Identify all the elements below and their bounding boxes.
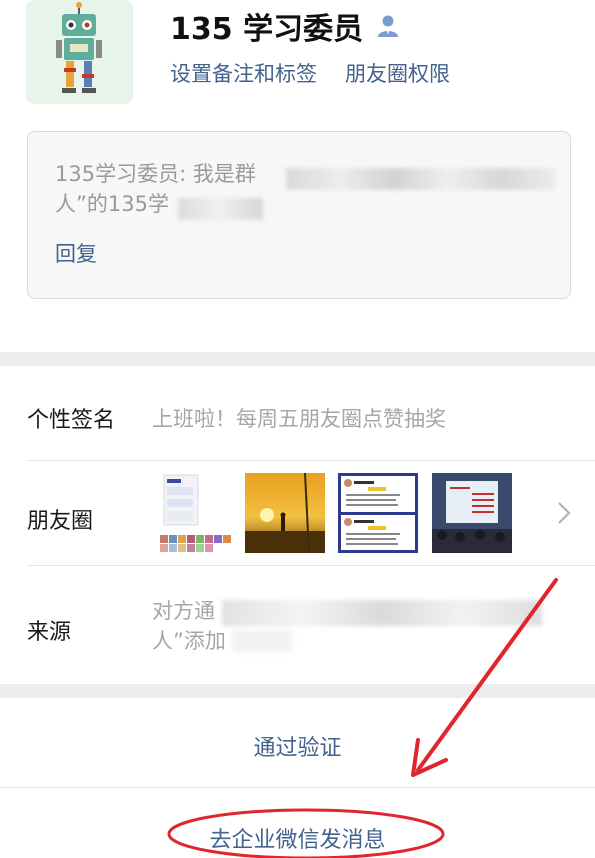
chat-screenshot-thumb bbox=[158, 473, 238, 553]
sunset-photo-thumb bbox=[245, 473, 325, 553]
classroom-photo-icon bbox=[432, 473, 512, 553]
signature-value: 上班啦！每周五朋友圈点赞抽奖 bbox=[152, 407, 446, 431]
classroom-photo-thumb bbox=[432, 473, 512, 553]
article-card-thumb bbox=[338, 473, 418, 553]
contact-person-icon bbox=[378, 15, 399, 37]
reply-button[interactable]: 回复 bbox=[55, 238, 97, 268]
profile-links: 设置备注和标签 朋友圈权限 bbox=[170, 58, 450, 88]
set-remark-tag-link[interactable]: 设置备注和标签 bbox=[170, 58, 317, 88]
article-card-icon bbox=[338, 473, 418, 553]
send-message-button[interactable]: 去企业微信发消息 bbox=[0, 822, 595, 854]
avatar[interactable] bbox=[26, 0, 133, 104]
sunset-photo-icon bbox=[245, 473, 325, 553]
robot-avatar-icon bbox=[26, 0, 133, 104]
chat-screenshot-icon bbox=[158, 473, 238, 553]
source-label: 来源 bbox=[27, 620, 72, 645]
signature-label: 个性签名 bbox=[27, 408, 116, 433]
section-divider bbox=[0, 684, 595, 698]
chevron-right-icon[interactable] bbox=[556, 500, 572, 526]
blurred-redaction bbox=[222, 600, 542, 626]
request-message-card: 135学习委员: 我是群 人”的135学 回复 bbox=[27, 131, 571, 299]
blurred-redaction bbox=[286, 168, 556, 190]
moments-label: 朋友圈 bbox=[27, 509, 94, 534]
blurred-redaction bbox=[232, 630, 292, 652]
signature-row: 个性签名 上班啦！每周五朋友圈点赞抽奖 bbox=[0, 366, 595, 461]
request-message-line-2: 人”的135学 bbox=[55, 192, 169, 216]
blurred-redaction bbox=[178, 198, 263, 220]
verify-button[interactable]: 通过验证 bbox=[0, 730, 595, 762]
contact-name: 135 学习委员 bbox=[170, 12, 364, 47]
section-divider bbox=[0, 352, 595, 366]
source-value-line-2: 人”添加 bbox=[152, 629, 226, 653]
name-row: 135 学习委员 bbox=[170, 4, 401, 48]
profile-header: 135 学习委员 设置备注和标签 朋友圈权限 bbox=[0, 0, 595, 120]
row-divider bbox=[0, 787, 595, 788]
moments-permission-link[interactable]: 朋友圈权限 bbox=[345, 58, 450, 88]
